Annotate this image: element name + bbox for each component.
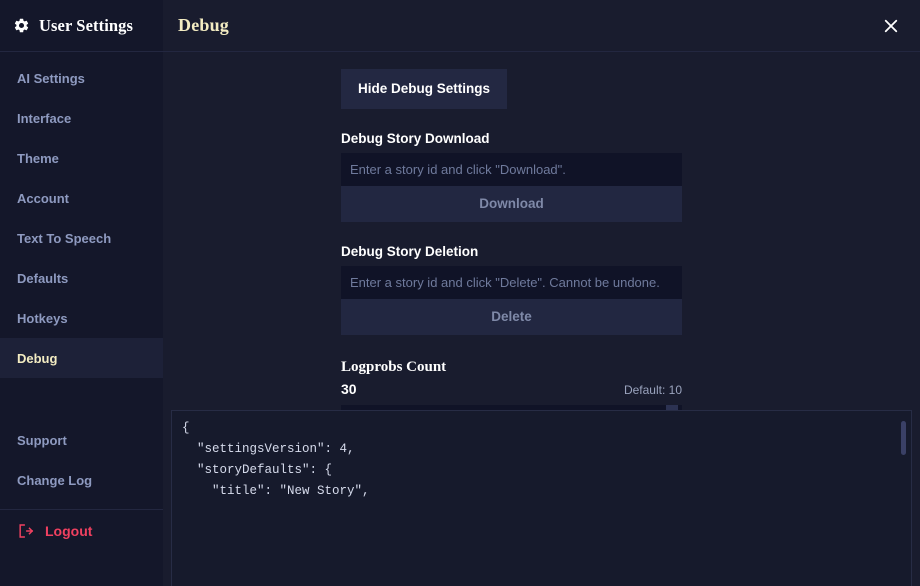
sidebar-item-change-log[interactable]: Change Log	[0, 460, 163, 500]
logprobs-value-row: 30 Default: 10	[341, 381, 682, 397]
story-deletion-input[interactable]	[341, 265, 682, 299]
story-download-input[interactable]	[341, 152, 682, 186]
settings-json-viewer[interactable]: { "settingsVersion": 4, "storyDefaults":…	[171, 410, 912, 586]
page-title: Debug	[178, 15, 230, 35]
logprobs-value: 30	[341, 380, 357, 397]
sidebar-item-label: Interface	[17, 110, 72, 126]
sidebar-item-hotkeys[interactable]: Hotkeys	[0, 298, 163, 338]
sidebar-item-interface[interactable]: Interface	[0, 98, 163, 138]
sidebar-item-label: AI Settings	[17, 70, 85, 86]
settings-json-scrollbar[interactable]	[901, 421, 906, 455]
gear-icon	[13, 17, 30, 34]
sidebar-item-label: Defaults	[17, 270, 69, 286]
sidebar-item-defaults[interactable]: Defaults	[0, 258, 163, 298]
user-settings-window: User Settings AI Settings Interface Them…	[0, 0, 920, 586]
logout-button[interactable]: Logout	[0, 510, 163, 552]
sidebar-item-theme[interactable]: Theme	[0, 138, 163, 178]
sidebar-title: User Settings	[39, 15, 134, 35]
sidebar-item-debug[interactable]: Debug	[0, 338, 163, 378]
delete-button[interactable]: Delete	[341, 298, 682, 335]
sidebar-item-label: Change Log	[17, 472, 93, 488]
settings-json-text: { "settingsVersion": 4, "storyDefaults":…	[182, 421, 370, 498]
sidebar-item-label: Debug	[17, 350, 58, 366]
hide-debug-settings-button[interactable]: Hide Debug Settings	[341, 69, 508, 109]
sidebar-item-label: Theme	[17, 150, 59, 166]
download-button[interactable]: Download	[341, 185, 682, 222]
debug-story-deletion-label: Debug Story Deletion	[341, 243, 479, 259]
sidebar-item-support[interactable]: Support	[0, 420, 163, 460]
sidebar-item-ai-settings[interactable]: AI Settings	[0, 58, 163, 98]
sidebar-bottom-padding	[0, 552, 163, 586]
sidebar-header: User Settings	[0, 0, 163, 52]
close-icon	[882, 17, 900, 35]
sidebar-nav: AI Settings Interface Theme Account Text…	[0, 52, 163, 378]
sidebar-item-label: Account	[17, 190, 69, 206]
logprobs-count-label: Logprobs Count	[341, 358, 447, 375]
logout-icon	[17, 523, 34, 539]
settings-content: Hide Debug Settings Debug Story Download…	[163, 52, 920, 586]
sidebar-item-label: Hotkeys	[17, 310, 68, 326]
sidebar-footer-nav: Support Change Log	[0, 414, 163, 500]
logprobs-default-label: Default: 10	[623, 382, 682, 397]
debug-story-download-label: Debug Story Download	[341, 130, 490, 146]
sidebar-item-label: Text To Speech	[17, 230, 112, 246]
main-panel: Debug Hide Debug Settings Debug Story Do…	[163, 0, 920, 586]
close-button[interactable]	[879, 14, 903, 38]
sidebar-item-text-to-speech[interactable]: Text To Speech	[0, 218, 163, 258]
sidebar-item-label: Support	[17, 432, 67, 448]
sidebar-item-account[interactable]: Account	[0, 178, 163, 218]
logout-label: Logout	[45, 523, 93, 539]
main-header: Debug	[163, 0, 920, 52]
sidebar: User Settings AI Settings Interface Them…	[0, 0, 163, 586]
